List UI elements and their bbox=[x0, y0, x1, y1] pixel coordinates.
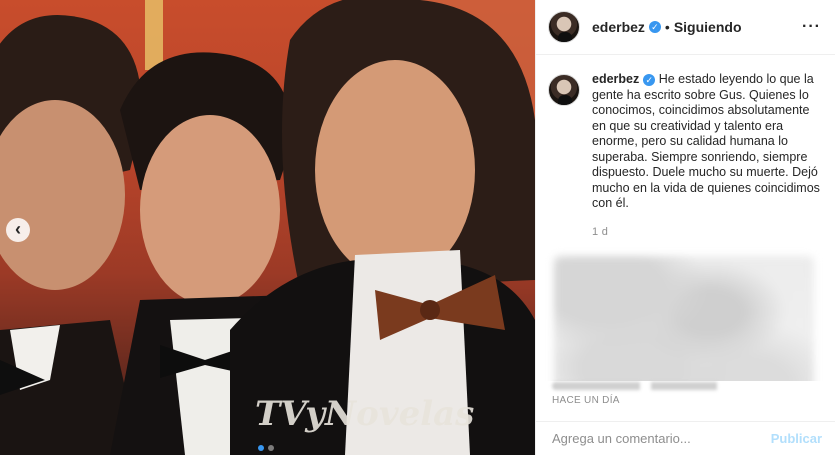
header-username[interactable]: ederbez bbox=[592, 19, 645, 35]
blurred-comments-area bbox=[554, 255, 814, 381]
following-button[interactable]: Siguiendo bbox=[674, 19, 742, 35]
verified-check-icon: ✓ bbox=[648, 21, 661, 33]
caption-verified-check-icon: ✓ bbox=[643, 73, 656, 86]
magazine-logo-text: TVyNovelas bbox=[255, 394, 474, 434]
post-time-ago[interactable]: HACE UN DÍA bbox=[552, 395, 820, 406]
post-header: ederbez ✓ • Siguiendo ··· bbox=[536, 0, 835, 55]
caption-timestamp[interactable]: 1 d bbox=[592, 226, 820, 238]
comment-input[interactable] bbox=[552, 431, 771, 446]
carousel-dots bbox=[258, 445, 274, 451]
post-comment-button[interactable]: Publicar bbox=[771, 431, 822, 446]
post-side-panel: ederbez ✓ • Siguiendo ··· ederbez ✓ He es… bbox=[535, 0, 835, 455]
add-comment-bar: Publicar bbox=[536, 421, 835, 455]
carousel-dot-2 bbox=[268, 445, 274, 451]
carousel-dot-1 bbox=[258, 445, 264, 451]
avatar[interactable] bbox=[548, 11, 580, 43]
photo-illustration: TVyNovelas bbox=[0, 0, 535, 455]
caption-item: ederbez ✓ He estado leyendo lo que la gen… bbox=[548, 72, 820, 212]
post-stats: HACE UN DÍA bbox=[536, 382, 835, 406]
more-options-icon[interactable]: ··· bbox=[802, 18, 821, 36]
comments-list[interactable]: ederbez ✓ He estado leyendo lo que la gen… bbox=[536, 56, 835, 381]
post-photo[interactable]: TVyNovelas ‹ bbox=[0, 0, 535, 455]
caption-body: ederbez ✓ He estado leyendo lo que la gen… bbox=[592, 72, 820, 212]
caption-username[interactable]: ederbez bbox=[592, 72, 639, 86]
caption-avatar[interactable] bbox=[548, 74, 580, 106]
caption-text: He estado leyendo lo que la gente ha esc… bbox=[592, 72, 820, 210]
header-separator: • bbox=[664, 19, 670, 35]
blurred-likes-line bbox=[552, 382, 772, 390]
carousel-prev-button[interactable]: ‹ bbox=[6, 218, 30, 242]
